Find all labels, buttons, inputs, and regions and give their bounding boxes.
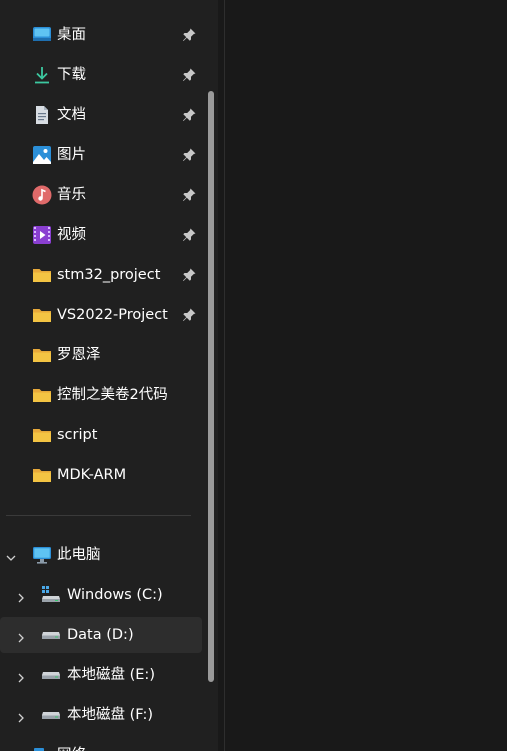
drive-icon (41, 705, 61, 725)
navigation-pane: 桌面 下载 文档 图片 音乐 视频 stm32_project VS2022-P… (0, 0, 218, 751)
nav-item-label: Data (D:) (67, 627, 134, 643)
pictures-icon (32, 145, 52, 165)
nav-item-documents[interactable]: 文档 (0, 97, 202, 133)
nav-item-label: Windows (C:) (67, 587, 163, 603)
nav-item-pictures[interactable]: 图片 (0, 137, 202, 173)
pin-icon[interactable] (181, 67, 197, 83)
pin-icon[interactable] (181, 267, 197, 283)
network-icon (32, 745, 52, 751)
nav-item-folder[interactable]: script (0, 417, 202, 453)
nav-item-folder[interactable]: 控制之美卷2代码 (0, 377, 202, 413)
nav-item-music[interactable]: 音乐 (0, 177, 202, 213)
folder-icon (32, 385, 52, 405)
folder-icon (32, 425, 52, 445)
file-explorer-window: 桌面 下载 文档 图片 音乐 视频 stm32_project VS2022-P… (0, 0, 507, 751)
folder-icon (32, 345, 52, 365)
nav-item-label: 控制之美卷2代码 (57, 387, 168, 403)
chevron-right-icon[interactable] (15, 629, 27, 643)
pin-icon[interactable] (181, 147, 197, 163)
music-icon (32, 185, 52, 205)
pin-icon[interactable] (181, 227, 197, 243)
nav-item-drive-d[interactable]: Data (D:) (0, 617, 202, 653)
nav-item-folder[interactable]: stm32_project (0, 257, 202, 293)
pin-icon[interactable] (181, 27, 197, 43)
nav-item-label: 本地磁盘 (F:) (67, 707, 154, 723)
video-icon (32, 225, 52, 245)
nav-item-label: 视频 (57, 227, 86, 243)
nav-item-label: 桌面 (57, 27, 86, 43)
nav-item-drive-f[interactable]: 本地磁盘 (F:) (0, 697, 202, 733)
folder-icon (32, 465, 52, 485)
nav-scrollbar[interactable] (208, 91, 214, 682)
folder-icon (32, 265, 52, 285)
nav-item-label: script (57, 427, 98, 443)
pin-icon[interactable] (181, 107, 197, 123)
computer-icon (32, 545, 52, 565)
nav-item-folder[interactable]: 罗恩泽 (0, 337, 202, 373)
chevron-right-icon[interactable] (15, 709, 27, 723)
drive-icon (41, 625, 61, 645)
nav-item-label: 网络 (57, 737, 86, 751)
system-drive-icon (41, 585, 61, 605)
nav-item-network[interactable]: 网络 (0, 737, 202, 751)
pin-icon[interactable] (181, 187, 197, 203)
nav-item-label: 此电脑 (57, 547, 101, 563)
nav-item-label: 图片 (57, 147, 86, 163)
nav-item-label: 本地磁盘 (E:) (67, 667, 155, 683)
nav-item-label: stm32_project (57, 267, 161, 283)
nav-item-videos[interactable]: 视频 (0, 217, 202, 253)
nav-item-folder[interactable]: MDK-ARM (0, 457, 202, 493)
chevron-right-icon[interactable] (15, 589, 27, 603)
download-icon (32, 65, 52, 85)
nav-item-label: 下载 (57, 67, 86, 83)
document-icon (32, 105, 52, 125)
nav-item-label: 音乐 (57, 187, 86, 203)
nav-item-desktop[interactable]: 桌面 (0, 17, 202, 53)
desktop-icon (32, 25, 52, 45)
chevron-down-icon[interactable] (5, 549, 17, 561)
chevron-right-icon[interactable] (15, 669, 27, 683)
nav-item-label: 文档 (57, 107, 86, 123)
nav-item-label: MDK-ARM (57, 467, 127, 483)
nav-item-folder[interactable]: VS2022-Project (0, 297, 202, 333)
pin-icon[interactable] (181, 307, 197, 323)
nav-item-downloads[interactable]: 下载 (0, 57, 202, 93)
nav-divider (6, 515, 191, 516)
content-area[interactable] (225, 0, 507, 751)
nav-item-label: VS2022-Project (57, 307, 168, 323)
drive-icon (41, 665, 61, 685)
nav-item-label: 罗恩泽 (57, 347, 101, 363)
nav-item-this-pc[interactable]: 此电脑 (0, 537, 202, 573)
nav-item-drive-e[interactable]: 本地磁盘 (E:) (0, 657, 202, 693)
nav-item-drive-c[interactable]: Windows (C:) (0, 577, 202, 613)
folder-icon (32, 305, 52, 325)
